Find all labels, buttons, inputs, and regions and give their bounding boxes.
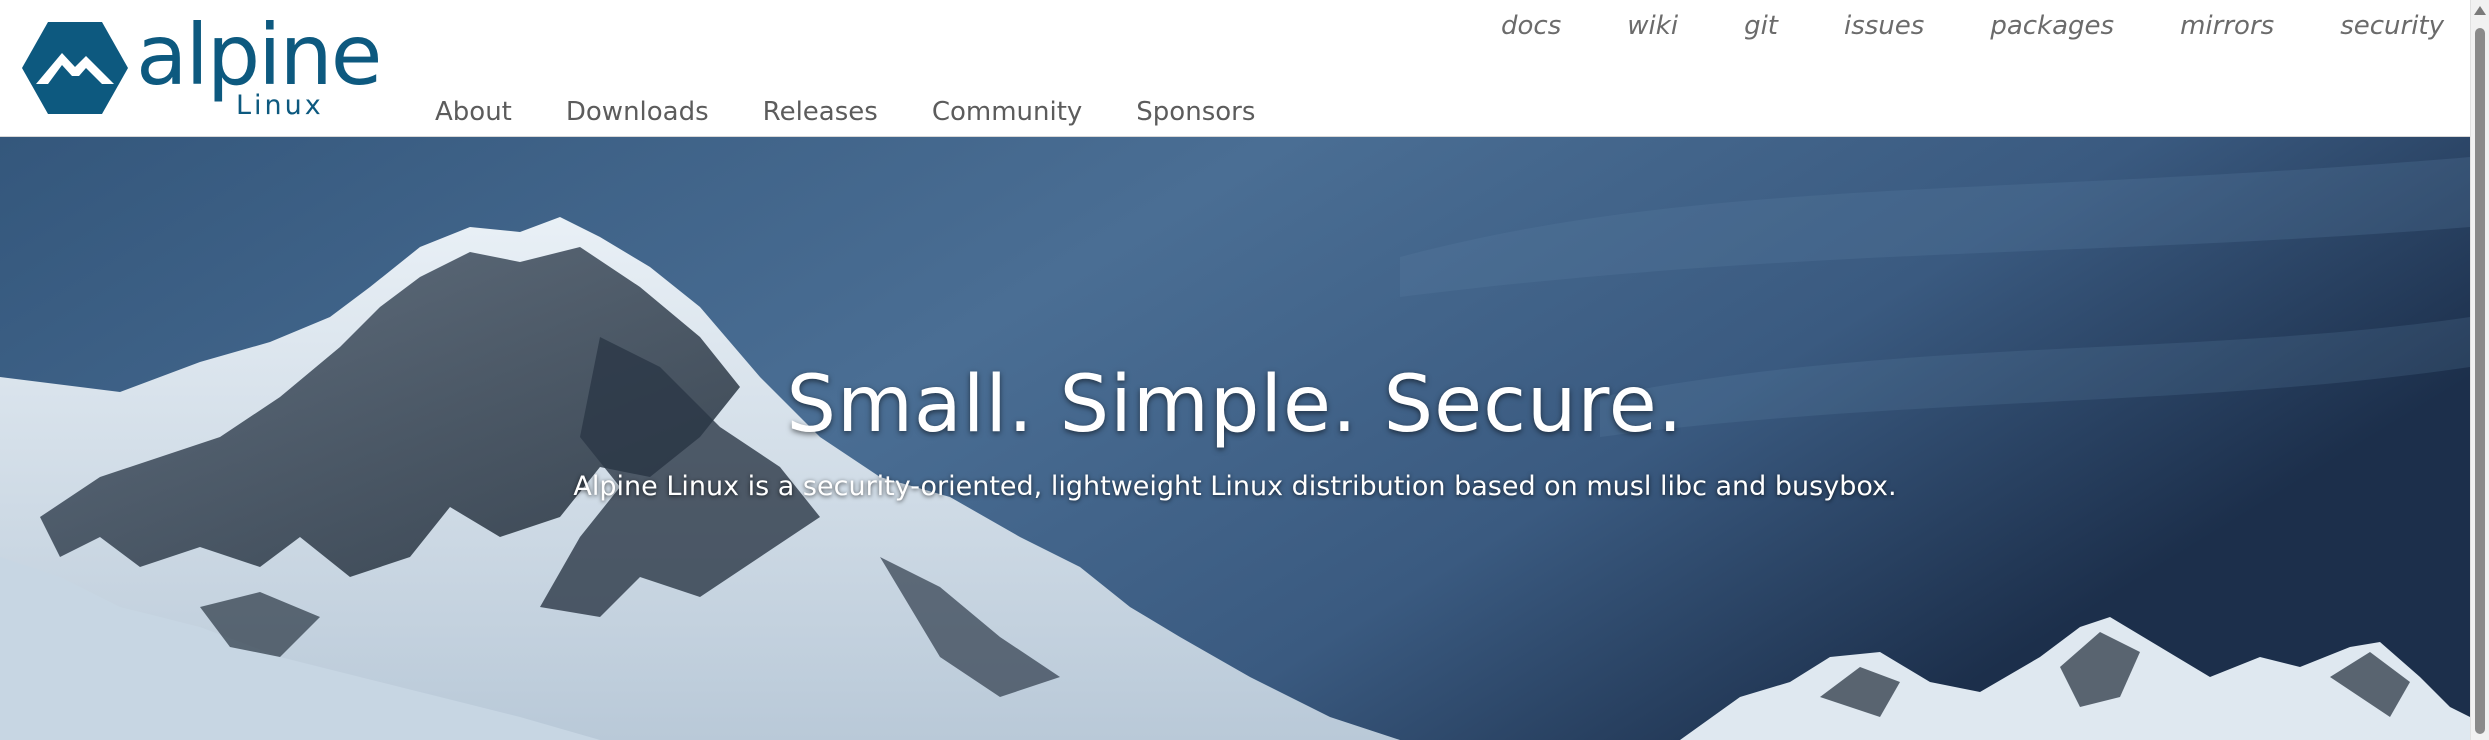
alpine-logo-link[interactable]: alpine Linux bbox=[22, 18, 402, 118]
nav-community-link[interactable]: Community bbox=[932, 92, 1082, 132]
nav-security-link[interactable]: security bbox=[2340, 6, 2444, 46]
site-header: alpine Linux About Downloads Releases Co… bbox=[0, 0, 2470, 137]
nav-wiki-link[interactable]: wiki bbox=[1627, 6, 1678, 46]
nav-git-link[interactable]: git bbox=[1744, 6, 1778, 46]
alpine-linux-wordmark: alpine Linux bbox=[136, 18, 382, 118]
nav-mirrors-link[interactable]: mirrors bbox=[2180, 6, 2274, 46]
nav-about-link[interactable]: About bbox=[435, 92, 512, 132]
nav-packages-link[interactable]: packages bbox=[1990, 6, 2114, 46]
hero-subtitle: Alpine Linux is a security-oriented, lig… bbox=[573, 471, 1897, 502]
scrollbar-thumb[interactable] bbox=[2475, 28, 2485, 734]
main-navigation: About Downloads Releases Community Spons… bbox=[435, 92, 1255, 132]
nav-releases-link[interactable]: Releases bbox=[763, 92, 878, 132]
nav-docs-link[interactable]: docs bbox=[1501, 6, 1561, 46]
hero-banner: Small. Simple. Secure. Alpine Linux is a… bbox=[0, 137, 2470, 740]
nav-sponsors-link[interactable]: Sponsors bbox=[1136, 92, 1255, 132]
mountain-hexagon-icon bbox=[22, 22, 128, 114]
nav-downloads-link[interactable]: Downloads bbox=[566, 92, 709, 132]
scroll-up-arrow-icon[interactable] bbox=[2474, 6, 2486, 15]
hero-title: Small. Simple. Secure. bbox=[786, 360, 1684, 450]
logo-wordmark-sub: Linux bbox=[236, 90, 324, 118]
nav-issues-link[interactable]: issues bbox=[1844, 6, 1924, 46]
vertical-scrollbar[interactable] bbox=[2470, 0, 2489, 740]
secondary-navigation: docs wiki git issues packages mirrors se… bbox=[1501, 6, 2444, 46]
